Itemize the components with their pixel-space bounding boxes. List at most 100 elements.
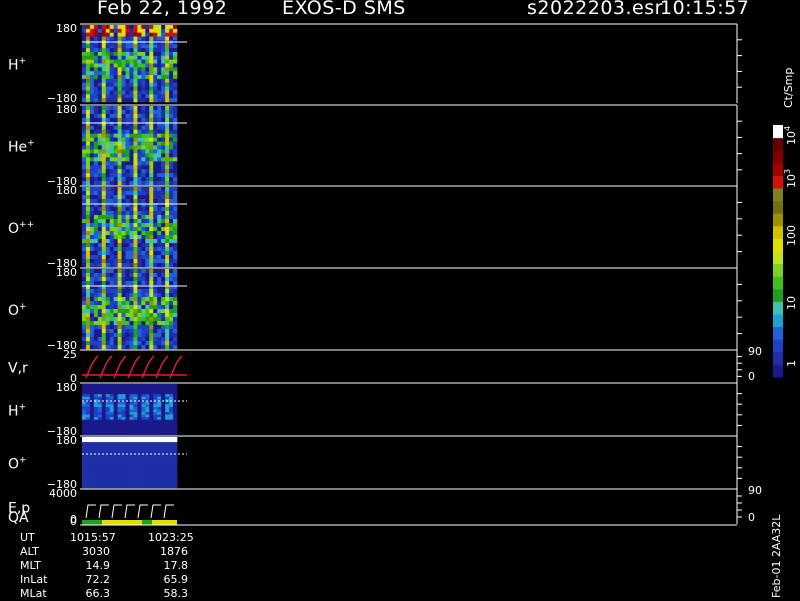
spectrogram-cell <box>109 177 114 182</box>
spectrogram-cell <box>82 149 87 154</box>
spectrogram-cell <box>161 259 166 264</box>
spectrogram-cell <box>149 191 154 196</box>
spectrogram-cell <box>145 391 150 395</box>
spectrogram-cell <box>173 243 178 248</box>
spectrogram-cell <box>149 90 154 95</box>
spectrogram-cell <box>173 177 178 182</box>
spectrogram-cell <box>149 133 154 138</box>
spectrogram-cell <box>157 215 162 220</box>
spectrogram-cell <box>82 432 87 436</box>
spectrogram-cell <box>145 485 150 489</box>
spectrogram-cell <box>129 195 134 200</box>
spectrogram-cell <box>165 59 170 64</box>
spectrogram-cell <box>117 345 122 350</box>
spectrogram-cell <box>89 121 95 127</box>
spectrogram-cell <box>113 386 118 390</box>
spectrogram-cell <box>109 269 114 274</box>
spectrogram-cell <box>82 317 87 322</box>
spectrogram-cell <box>133 386 138 390</box>
spectrogram-cell <box>137 289 142 294</box>
spectrogram-cell <box>113 447 118 451</box>
spectrogram-cell <box>169 191 174 196</box>
spectrogram-cell <box>117 414 122 418</box>
spectrogram-cell <box>141 293 146 298</box>
spectrogram-cell <box>133 457 138 461</box>
spectrogram-cell <box>117 333 122 338</box>
spectrogram-cell <box>125 386 130 390</box>
spectrogram-cell <box>125 187 130 192</box>
spectrogram-cell <box>89 32 95 37</box>
spectrogram-cell <box>165 67 170 72</box>
spectrogram-cell <box>121 51 126 57</box>
spectrogram-cell <box>173 48 178 53</box>
spectrogram-cell <box>169 337 174 342</box>
spectrogram-cell <box>141 462 146 466</box>
spectrogram-cell <box>153 449 158 453</box>
spectrogram-cell <box>105 321 111 326</box>
spectrogram-cell <box>97 141 103 146</box>
spectrogram-cell <box>153 432 158 436</box>
spectrogram-cell <box>85 51 91 57</box>
spectrogram-cell <box>145 401 150 405</box>
spectrogram-cell <box>133 55 138 60</box>
spectrogram-cell <box>109 86 114 91</box>
spectrogram-cell <box>97 165 103 170</box>
spectrogram-cell <box>157 457 162 461</box>
spectrogram-cell <box>133 28 138 33</box>
spectrogram-cell <box>105 297 111 302</box>
spectrogram-cell <box>133 32 138 37</box>
spectrogram-cell <box>153 181 158 186</box>
spectrogram-cell <box>129 259 134 264</box>
spectrogram-cell <box>97 86 103 91</box>
spectrogram-cell <box>105 485 111 489</box>
summary-row: MLat 66.3 58.3 <box>0 587 200 601</box>
spectrogram-cell <box>137 457 142 461</box>
spectrogram-cell <box>121 333 126 338</box>
spectrogram-cell <box>109 424 114 428</box>
spectrogram-cell <box>165 317 170 322</box>
spectrogram-cell <box>82 269 87 274</box>
spectrogram-cell <box>105 169 111 174</box>
spectrogram-cell <box>149 269 154 274</box>
spectrogram-cell <box>117 394 122 398</box>
spectrogram-cell <box>137 391 142 395</box>
spectrogram-cell <box>137 161 142 166</box>
spectrogram-cell <box>153 215 158 220</box>
spectrogram-cell <box>149 82 154 87</box>
spectrogram-cell <box>153 321 158 326</box>
spectrogram-cell <box>161 313 166 318</box>
spectrogram-cell <box>101 181 107 186</box>
spectrogram-cell <box>129 223 134 228</box>
spectrogram-cell <box>161 341 166 346</box>
spectrogram-cell <box>89 153 95 158</box>
spectrogram-cell <box>161 113 166 119</box>
spectrogram-cell <box>145 82 150 87</box>
spectrogram-cell <box>157 187 162 192</box>
spectrogram-cell <box>173 121 178 127</box>
spectrogram-cell <box>149 199 154 204</box>
spectrogram-cell <box>121 313 126 318</box>
spectrogram-cell <box>85 485 91 489</box>
spectrogram-cell <box>137 243 142 248</box>
spectrogram-cell <box>121 341 126 346</box>
spectrogram-cell <box>85 71 91 76</box>
spectrogram-cell <box>173 475 178 479</box>
spectrogram-cell <box>105 289 111 294</box>
spectrogram-cell <box>121 207 126 212</box>
spectrogram-cell <box>161 48 166 53</box>
spectrogram-cell <box>165 247 170 252</box>
spectrogram-cell <box>109 223 114 228</box>
spectrogram-cell <box>145 106 150 111</box>
spectrogram-cell <box>121 401 126 405</box>
spectrogram-cell <box>109 259 114 264</box>
spectrogram-cell <box>117 199 122 204</box>
spectrogram-cell <box>157 157 162 162</box>
spectrogram-cell <box>141 485 146 489</box>
spectrogram-cell <box>137 141 142 146</box>
spectrogram-cell <box>93 28 99 33</box>
spectrogram-cell <box>109 297 114 302</box>
spectrogram-cell <box>145 417 150 420</box>
spectrogram-cell <box>137 106 142 111</box>
panel-label-1: He+ <box>8 139 35 156</box>
spectrogram-cell <box>121 48 126 53</box>
